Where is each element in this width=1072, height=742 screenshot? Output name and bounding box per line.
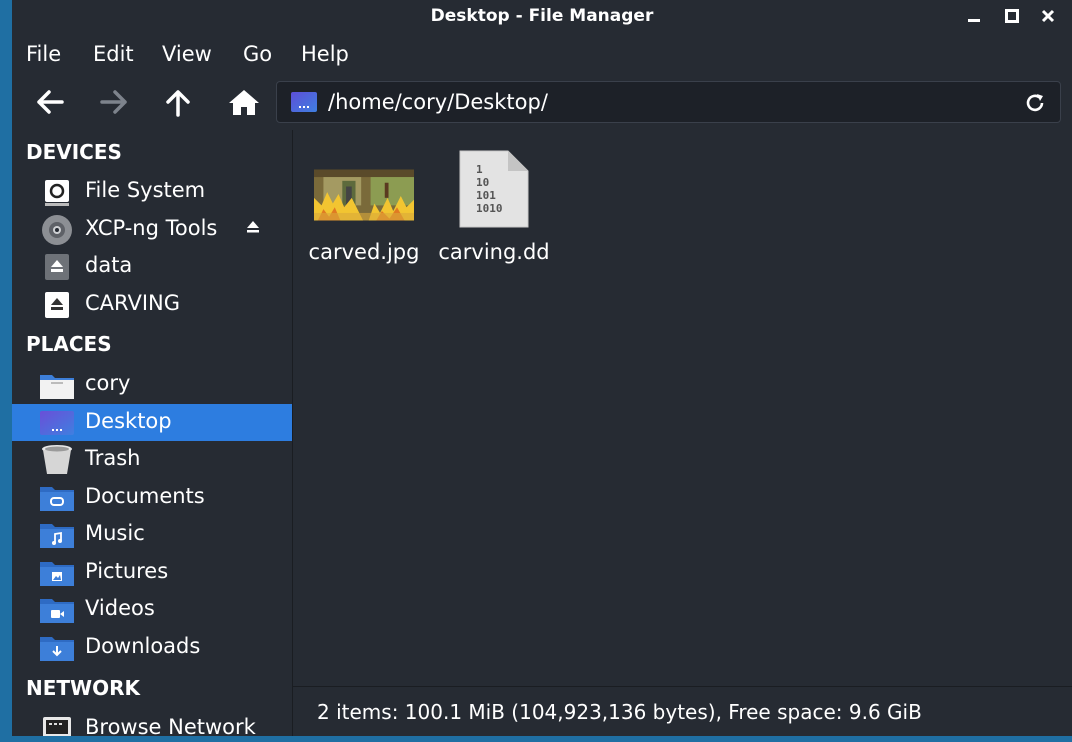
close-button[interactable]: [1036, 5, 1060, 27]
maximize-icon: [1005, 9, 1019, 23]
sidebar-item-xcp-ng-tools[interactable]: XCP-ng Tools: [12, 211, 292, 248]
eject-icon[interactable]: [246, 220, 260, 234]
toolbar: /home/cory/Desktop/: [12, 74, 1072, 130]
sidebar-item-label: File System: [85, 178, 206, 202]
sidebar-item-documents[interactable]: Documents: [12, 479, 292, 516]
maximize-button[interactable]: [1000, 5, 1024, 27]
music-folder-icon: [39, 519, 75, 551]
pictures-folder-icon: [39, 557, 75, 589]
menu-file[interactable]: File: [26, 42, 61, 66]
sidebar-item-trash[interactable]: Trash: [12, 441, 292, 478]
sidebar-item-label: Music: [85, 521, 145, 545]
close-icon: [1041, 9, 1055, 23]
sidebar-item-label: XCP-ng Tools: [85, 216, 218, 240]
title-bar: Desktop - File Manager: [12, 0, 1072, 34]
places-heading: PLACES: [26, 332, 112, 356]
network-heading: NETWORK: [26, 676, 141, 700]
network-icon: [39, 713, 75, 736]
sidebar-item-desktop[interactable]: Desktop: [12, 404, 292, 441]
trash-icon: [39, 444, 75, 476]
desktop-icon: [39, 407, 75, 439]
sidebar-item-file-system[interactable]: File System: [12, 173, 292, 210]
sidebar: DEVICES File System XCP-ng Tools data CA…: [12, 130, 293, 736]
image-thumbnail-icon: [314, 160, 414, 230]
menu-view[interactable]: View: [162, 42, 212, 66]
reload-icon[interactable]: [1024, 92, 1046, 114]
sidebar-item-label: Desktop: [85, 409, 172, 433]
window-title: Desktop - File Manager: [430, 6, 654, 26]
videos-folder-icon: [39, 594, 75, 626]
desktop-location-icon: [291, 92, 317, 112]
up-button[interactable]: [158, 84, 198, 120]
location-path: /home/cory/Desktop/: [328, 90, 548, 114]
sidebar-item-cory[interactable]: cory: [12, 366, 292, 403]
sidebar-item-label: Downloads: [85, 634, 201, 658]
location-bar[interactable]: /home/cory/Desktop/: [276, 81, 1061, 123]
optical-disc-icon: [39, 214, 75, 246]
forward-arrow-icon: [100, 90, 127, 114]
sidebar-item-downloads[interactable]: Downloads: [12, 629, 292, 666]
removable-drive-icon: [39, 251, 75, 283]
file-item-carving-dd[interactable]: 1 10 101 1010 carving.dd: [429, 130, 559, 270]
menu-help[interactable]: Help: [301, 42, 349, 66]
file-name: carved.jpg: [308, 240, 420, 264]
back-arrow-icon: [37, 90, 64, 114]
sidebar-item-label: Documents: [85, 484, 205, 508]
minimize-icon: [968, 19, 980, 22]
sidebar-item-label: cory: [85, 371, 131, 395]
sidebar-item-label: Videos: [85, 596, 155, 620]
downloads-folder-icon: [39, 632, 75, 664]
menu-edit[interactable]: Edit: [93, 42, 134, 66]
status-bar: 2 items: 100.1 MiB (104,923,136 bytes), …: [293, 686, 1072, 736]
binary-line: 10: [476, 176, 489, 189]
sidebar-item-label: data: [85, 253, 133, 277]
file-name: carving.dd: [438, 240, 550, 264]
file-item-carved-jpg[interactable]: carved.jpg: [299, 130, 429, 270]
file-manager-window: Desktop - File Manager File Edit View Go…: [12, 0, 1072, 736]
sidebar-item-label: Trash: [85, 446, 141, 470]
forward-button[interactable]: [94, 84, 134, 120]
up-arrow-icon: [166, 90, 190, 117]
binary-line: 101: [476, 189, 496, 202]
binary-line: 1010: [476, 202, 503, 215]
sidebar-item-browse-network[interactable]: Browse Network: [12, 710, 292, 736]
sidebar-item-label: Browse Network: [85, 715, 256, 736]
binary-file-icon: 1 10 101 1010: [444, 148, 544, 230]
hard-drive-icon: [39, 176, 75, 208]
sidebar-item-data[interactable]: data: [12, 248, 292, 285]
removable-drive-icon: [39, 289, 75, 321]
status-text: 2 items: 100.1 MiB (104,923,136 bytes), …: [317, 700, 922, 724]
menu-bar: File Edit View Go Help: [12, 34, 1072, 74]
sidebar-item-music[interactable]: Music: [12, 516, 292, 553]
home-folder-icon: [39, 369, 75, 401]
home-icon: [229, 90, 259, 115]
sidebar-item-carving[interactable]: CARVING: [12, 286, 292, 323]
minimize-button[interactable]: [962, 5, 986, 27]
sidebar-item-videos[interactable]: Videos: [12, 591, 292, 628]
documents-folder-icon: [39, 482, 75, 514]
back-button[interactable]: [30, 84, 70, 120]
home-button[interactable]: [224, 84, 264, 120]
devices-heading: DEVICES: [26, 140, 122, 164]
binary-line: 1: [476, 163, 483, 176]
file-view[interactable]: carved.jpg 1 10 101 1010 carving.dd: [293, 130, 1072, 686]
menu-go[interactable]: Go: [243, 42, 272, 66]
sidebar-item-label: CARVING: [85, 291, 181, 315]
sidebar-item-label: Pictures: [85, 559, 169, 583]
sidebar-item-pictures[interactable]: Pictures: [12, 554, 292, 591]
